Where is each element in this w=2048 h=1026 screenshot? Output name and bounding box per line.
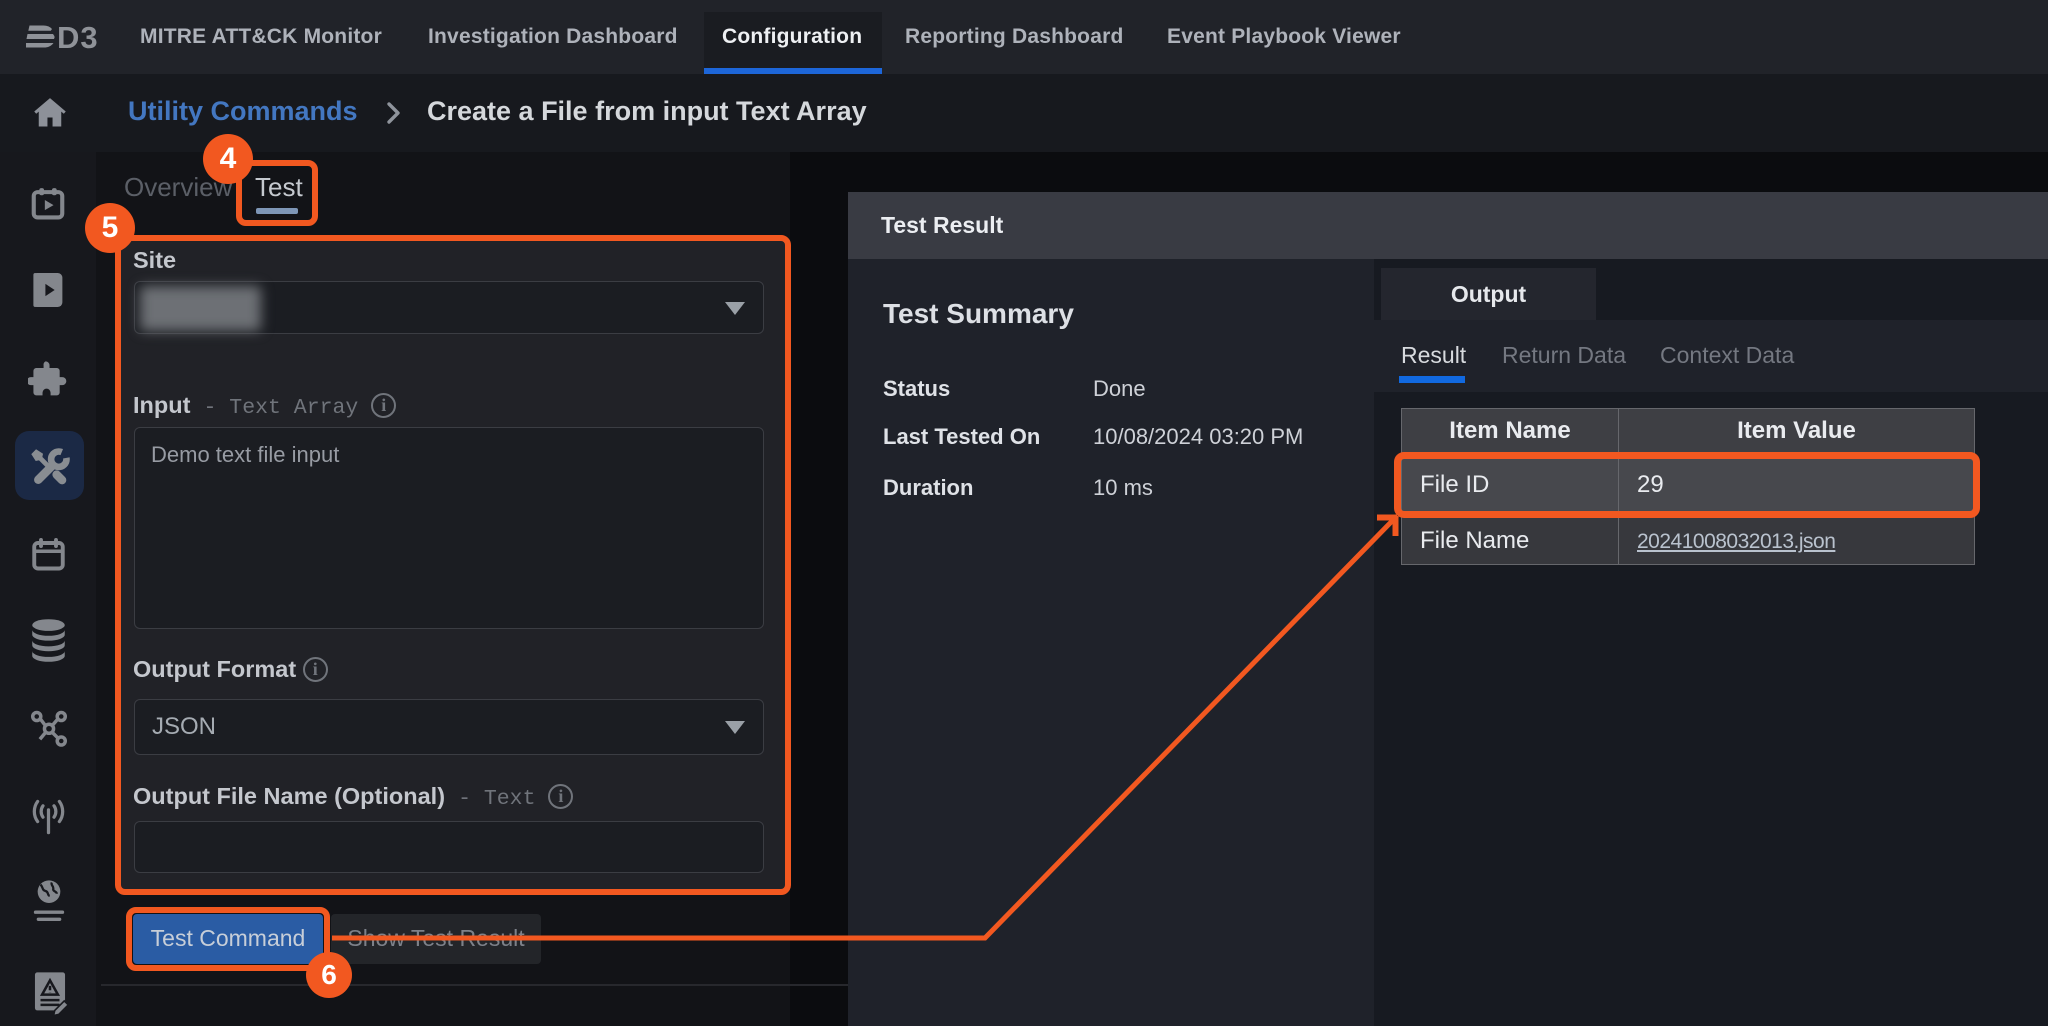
svg-text:D3: D3 [57, 24, 99, 50]
